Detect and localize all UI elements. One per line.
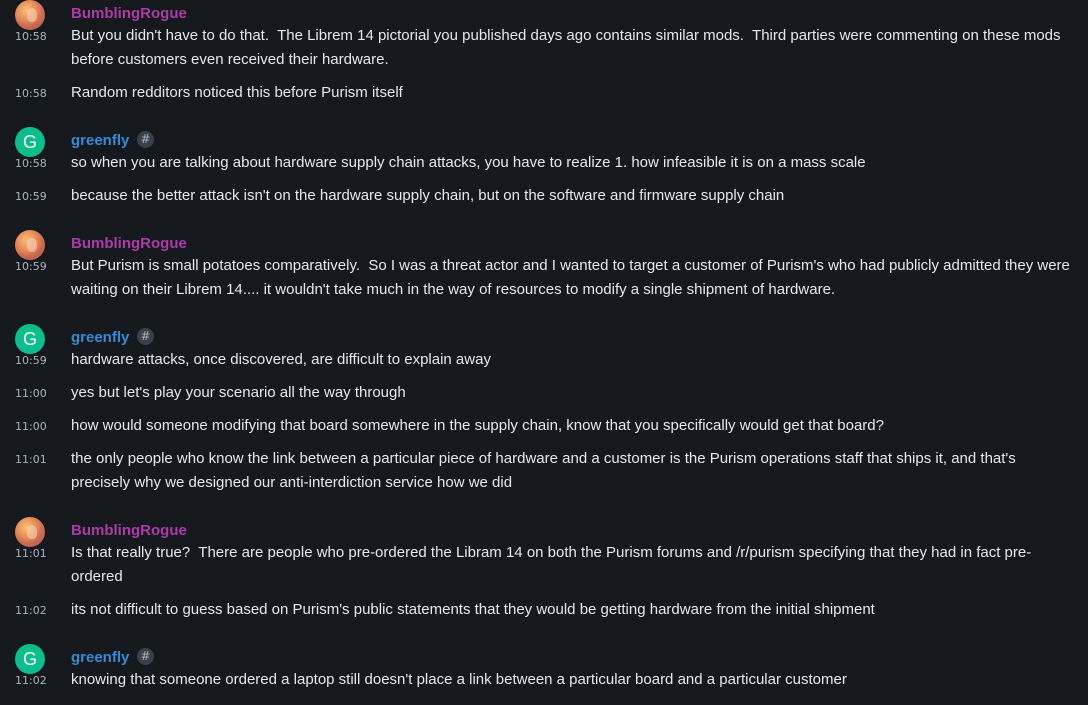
timestamp[interactable]: 10:59 — [15, 190, 47, 203]
timestamp[interactable]: 11:02 — [15, 674, 47, 687]
message-body: the only people who know the link betwee… — [71, 450, 1020, 491]
message-body: But Purism is small potatoes comparative… — [71, 257, 1075, 298]
message-group: G greenfly # 10:58 so when you are talki… — [0, 118, 1088, 212]
message-timeline[interactable]: BumblingRogue 10:58 But you didn't have … — [0, 0, 1088, 705]
message[interactable]: 10:59 because the better attack isn't on… — [0, 179, 1088, 212]
timestamp[interactable]: 11:02 — [15, 604, 47, 617]
message[interactable]: 10:58 Random redditors noticed this befo… — [0, 76, 1088, 109]
timestamp[interactable]: 11:00 — [15, 420, 47, 433]
timestamp[interactable]: 10:58 — [15, 30, 47, 43]
message-body: Random redditors noticed this before Pur… — [71, 84, 403, 101]
timestamp[interactable]: 10:59 — [15, 354, 47, 367]
message-group: G greenfly # 10:59 hardware attacks, onc… — [0, 315, 1088, 499]
timestamp[interactable]: 10:58 — [15, 87, 47, 100]
message-body: Is that really true? There are people wh… — [71, 544, 1032, 585]
timestamp[interactable]: 10:58 — [15, 157, 47, 170]
message-group: BumblingRogue 10:59 But Purism is small … — [0, 221, 1088, 306]
message-group: BumblingRogue 10:58 But you didn't have … — [0, 0, 1088, 109]
sender-row: BumblingRogue — [0, 0, 1088, 30]
sender-row: BumblingRogue — [0, 221, 1088, 260]
timestamp[interactable]: 10:59 — [15, 260, 47, 273]
message[interactable]: 10:59 hardware attacks, once discovered,… — [0, 343, 1088, 376]
message-body: yes but let's play your scenario all the… — [71, 384, 406, 401]
message[interactable]: 11:02 its not difficult to guess based o… — [0, 593, 1088, 626]
message-group: G greenfly # 11:02 knowing that someone … — [0, 635, 1088, 696]
message[interactable]: 11:01 the only people who know the link … — [0, 442, 1088, 499]
timestamp[interactable]: 11:00 — [15, 387, 47, 400]
message[interactable]: 11:00 yes but let's play your scenario a… — [0, 376, 1088, 409]
message-body: its not difficult to guess based on Puri… — [71, 601, 875, 618]
timestamp[interactable]: 11:01 — [15, 453, 47, 466]
sender-row: BumblingRogue — [0, 508, 1088, 547]
message-body: so when you are talking about hardware s… — [71, 154, 866, 171]
message[interactable]: 11:00 how would someone modifying that b… — [0, 409, 1088, 442]
message-body: knowing that someone ordered a laptop st… — [71, 671, 847, 688]
timestamp[interactable]: 11:01 — [15, 547, 47, 560]
message[interactable]: 11:02 knowing that someone ordered a lap… — [0, 663, 1088, 696]
message[interactable]: 10:58 so when you are talking about hard… — [0, 146, 1088, 179]
sender-row: G greenfly # — [0, 315, 1088, 354]
message-body: But you didn't have to do that. The Libr… — [71, 27, 1065, 68]
message[interactable]: 11:01 Is that really true? There are peo… — [0, 536, 1088, 593]
sender-row: G greenfly # — [0, 118, 1088, 157]
message-body: hardware attacks, once discovered, are d… — [71, 351, 491, 368]
message-body: how would someone modifying that board s… — [71, 417, 884, 434]
message-group: BumblingRogue 11:01 Is that really true?… — [0, 508, 1088, 626]
message[interactable]: 10:58 But you didn't have to do that. Th… — [0, 19, 1088, 76]
message-body: because the better attack isn't on the h… — [71, 187, 785, 204]
message[interactable]: 10:59 But Purism is small potatoes compa… — [0, 249, 1088, 306]
sender-row: G greenfly # — [0, 635, 1088, 674]
